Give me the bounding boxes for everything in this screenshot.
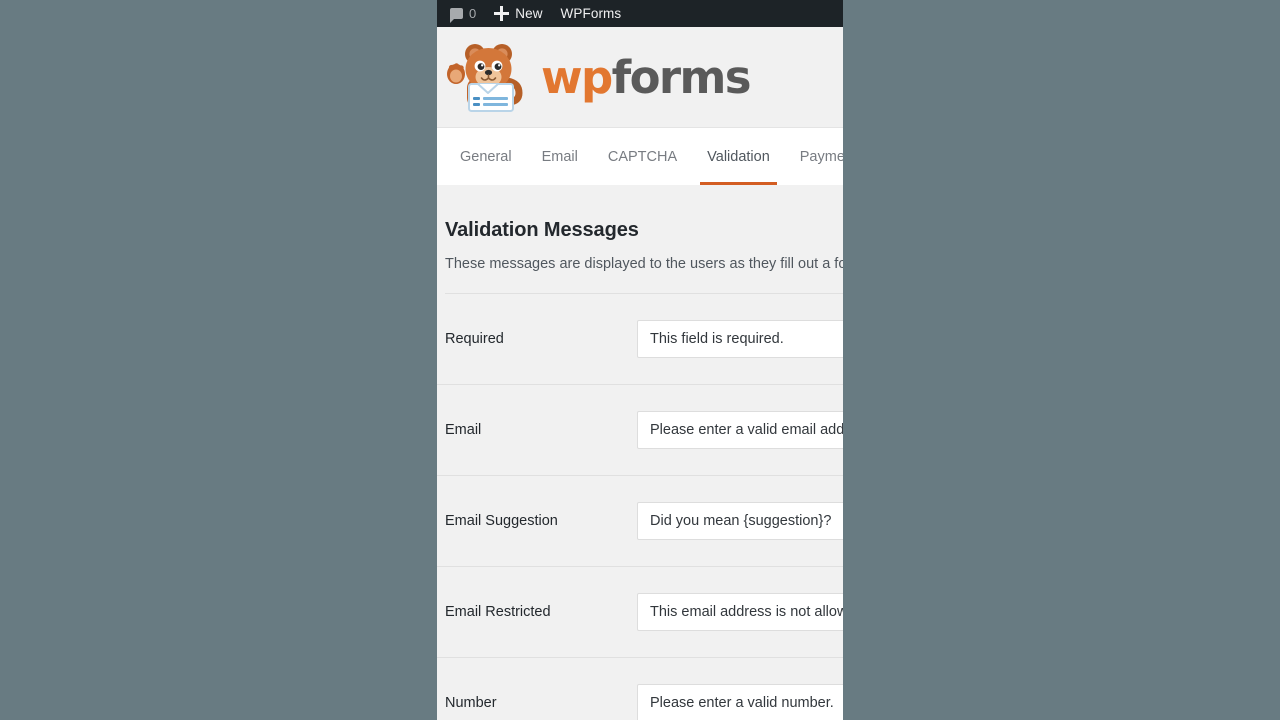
desktop-background: 0 New WPForms wpforms General Email CAPT… <box>0 0 1280 720</box>
field-input-email-suggestion[interactable]: Did you mean {suggestion}? <box>637 502 843 540</box>
tab-general[interactable]: General <box>445 128 527 185</box>
tab-captcha-label: CAPTCHA <box>607 148 678 165</box>
field-label-email-restricted: Email Restricted <box>445 604 551 620</box>
field-input-required[interactable]: This field is required. <box>637 320 843 358</box>
page-description: These messages are displayed to the user… <box>445 256 843 272</box>
field-row-number: Number Please enter a valid number. <box>437 658 843 720</box>
adminbar-wpforms-menu[interactable]: WPForms <box>552 0 631 27</box>
field-row-email-suggestion: Email Suggestion Did you mean {suggestio… <box>437 476 843 567</box>
field-row-email-restricted: Email Restricted This email address is n… <box>437 567 843 658</box>
tab-payments-label: Payments <box>799 148 843 165</box>
adminbar-comments[interactable]: 0 <box>441 0 485 27</box>
field-label-number: Number <box>445 695 497 711</box>
wpforms-logo-header: wpforms <box>437 27 843 128</box>
tab-email-label: Email <box>541 148 578 165</box>
validation-settings-panel: Validation Messages These messages are d… <box>437 185 843 720</box>
plus-icon <box>494 6 510 21</box>
tab-captcha[interactable]: CAPTCHA <box>593 128 692 185</box>
wordmark-wp: wp <box>541 50 613 104</box>
tab-general-label: General <box>460 148 512 165</box>
wpforms-brand: wpforms <box>445 41 752 113</box>
tab-validation[interactable]: Validation <box>692 128 785 185</box>
field-row-required: Required This field is required. <box>437 294 843 385</box>
adminbar-new-label: New <box>515 6 543 21</box>
browser-content-frame: 0 New WPForms wpforms General Email CAPT… <box>437 0 843 720</box>
tab-validation-label: Validation <box>707 148 770 165</box>
field-input-email-restricted[interactable]: This email address is not allowed. <box>637 593 843 631</box>
wordmark-forms: forms <box>611 50 752 104</box>
comment-count: 0 <box>469 6 477 21</box>
settings-tab-bar: General Email CAPTCHA Validation Payment… <box>437 128 843 185</box>
field-label-email-suggestion: Email Suggestion <box>445 513 558 529</box>
page-title: Validation Messages <box>445 219 639 241</box>
field-label-email: Email <box>445 422 482 438</box>
adminbar-new-button[interactable]: New <box>485 0 551 27</box>
field-label-required: Required <box>445 331 504 347</box>
tab-email[interactable]: Email <box>527 128 593 185</box>
wpforms-wordmark: wpforms <box>541 55 752 100</box>
adminbar-wpforms-label: WPForms <box>560 6 622 21</box>
wpforms-bear-logo-icon <box>447 44 523 112</box>
comment-bubble-icon <box>450 8 463 23</box>
wp-admin-bar: 0 New WPForms <box>437 0 843 27</box>
field-input-email[interactable]: Please enter a valid email address. <box>637 411 843 449</box>
field-input-number[interactable]: Please enter a valid number. <box>637 684 843 720</box>
field-row-email: Email Please enter a valid email address… <box>437 385 843 476</box>
section-header: Validation Messages These messages are d… <box>437 185 843 294</box>
tab-payments[interactable]: Payments <box>785 128 843 185</box>
